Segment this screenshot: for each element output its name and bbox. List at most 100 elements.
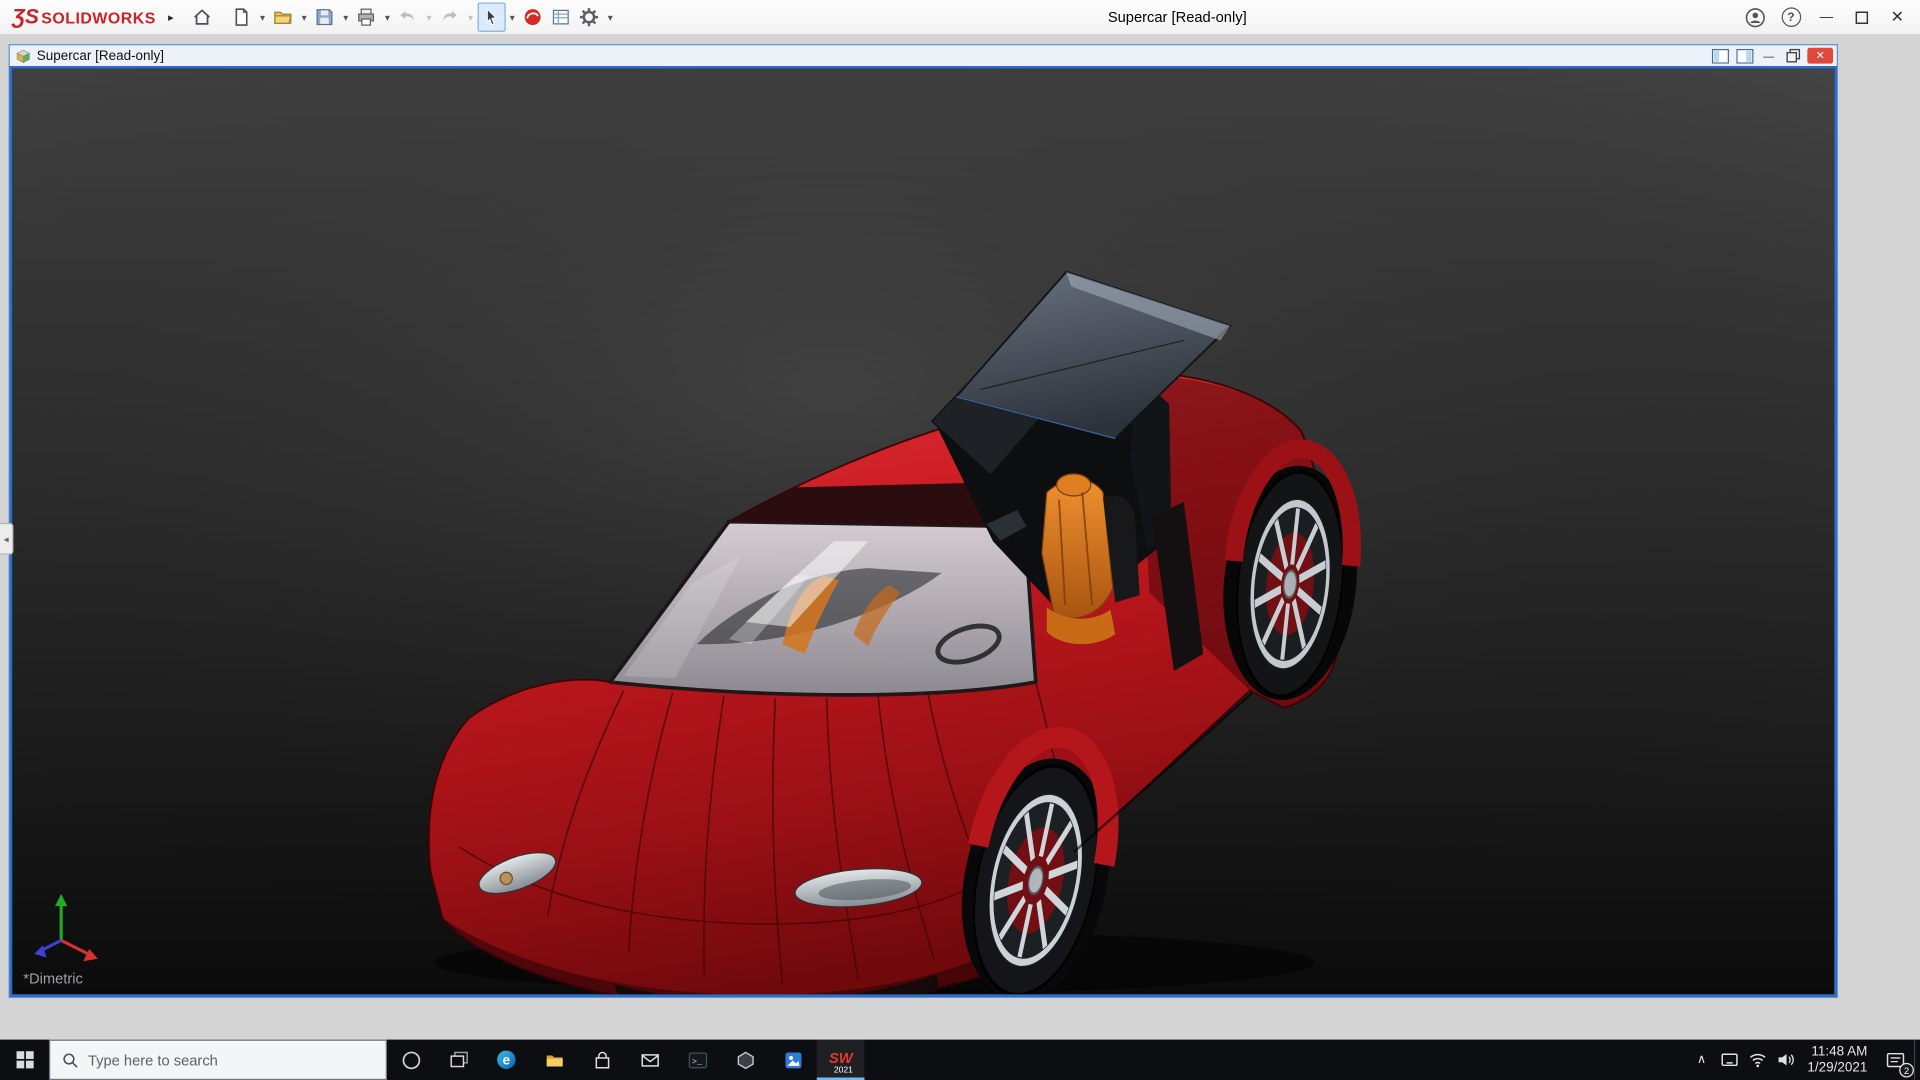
show-desktop-button[interactable] (1914, 1040, 1920, 1080)
svg-text:e: e (503, 1052, 511, 1067)
tile-right-button[interactable] (1734, 48, 1755, 64)
collapse-arrow-icon: ◂ (4, 533, 9, 544)
redo-button[interactable] (436, 2, 464, 31)
mail-button[interactable] (626, 1040, 674, 1080)
viewport-canvas[interactable] (12, 69, 1834, 995)
sheet-icon (550, 6, 572, 28)
store-button[interactable] (578, 1040, 626, 1080)
options-dropdown[interactable]: ▾ (603, 12, 616, 23)
marketplace-button[interactable] (519, 2, 547, 31)
account-icon (1745, 7, 1766, 28)
print-dropdown[interactable]: ▾ (381, 12, 394, 23)
wifi-icon (1749, 1051, 1767, 1069)
clock-time: 11:48 AM (1811, 1044, 1867, 1060)
new-document-dropdown[interactable]: ▾ (256, 12, 269, 23)
file-explorer-button[interactable] (530, 1040, 578, 1080)
edge-button[interactable]: e (482, 1040, 530, 1080)
photos-button[interactable] (769, 1040, 817, 1080)
new-document-button[interactable] (228, 2, 256, 31)
undo-icon (397, 6, 419, 28)
network-button[interactable] (1744, 1040, 1772, 1080)
brand-mark: ƷS (12, 5, 39, 29)
redo-dropdown[interactable]: ▾ (464, 12, 477, 23)
help-icon: ? (1781, 7, 1801, 27)
file-explorer-icon (544, 1050, 564, 1070)
action-center-button[interactable]: 2 (1877, 1040, 1914, 1080)
undo-button[interactable] (394, 2, 422, 31)
help-button[interactable]: ? (1773, 0, 1809, 35)
store-icon (592, 1050, 612, 1070)
account-button[interactable] (1738, 0, 1774, 35)
minimize-button[interactable]: — (1809, 0, 1845, 35)
sheet-properties-button[interactable] (547, 2, 575, 31)
print-icon (356, 6, 378, 28)
solidworks-logo: ƷS SOLIDWORKS (12, 5, 156, 29)
red-compass-icon (522, 6, 544, 28)
cortana-button[interactable] (387, 1040, 435, 1080)
minimize-document-button[interactable]: — (1758, 48, 1779, 64)
tablet-settings-button[interactable] (1716, 1040, 1744, 1080)
mail-icon (640, 1050, 660, 1070)
solidworks-taskbar-button[interactable]: SW2021 (817, 1040, 865, 1080)
maximize-button[interactable] (1844, 0, 1880, 35)
terminal-button[interactable]: >_ (673, 1040, 721, 1080)
close-document-icon: ✕ (1816, 50, 1825, 61)
gear-icon (578, 6, 600, 28)
taskbar-search[interactable] (49, 1040, 387, 1080)
document-title: Supercar [Read-only] (37, 48, 164, 63)
hidden-icons-button[interactable]: ∧ (1687, 1040, 1715, 1080)
hexagon-app-icon (735, 1050, 755, 1070)
solidworks-app-icon: SW2021 (825, 1044, 857, 1076)
restore-document-icon (1785, 48, 1801, 64)
save-dropdown[interactable]: ▾ (339, 12, 352, 23)
home-icon (191, 6, 213, 28)
volume-button[interactable] (1772, 1040, 1800, 1080)
close-document-button[interactable]: ✕ (1807, 48, 1833, 64)
quick-access-toolbar: ▾ ▾ ▾ ▾ ▾ ▾ ▾ (188, 2, 617, 31)
screen: ƷS SOLIDWORKS ▸ ▾ ▾ ▾ ▾ (0, 0, 1920, 1080)
open-folder-icon (272, 6, 294, 28)
windows-logo-icon (15, 1051, 33, 1069)
clock-date: 1/29/2021 (1807, 1060, 1867, 1076)
document-titlebar[interactable]: Supercar [Read-only] — ✕ (10, 45, 1837, 66)
tile-left-icon (1711, 48, 1728, 63)
window-title: Supercar [Read-only] (617, 9, 1738, 26)
restore-document-button[interactable] (1783, 48, 1804, 64)
close-icon: ✕ (1891, 7, 1904, 27)
new-document-icon (231, 6, 253, 28)
tile-right-icon (1736, 48, 1753, 63)
open-button[interactable] (269, 2, 297, 31)
svg-text:>_: >_ (691, 1056, 702, 1066)
tile-left-button[interactable] (1709, 48, 1730, 64)
home-button[interactable] (188, 2, 216, 31)
terminal-icon: >_ (688, 1050, 708, 1070)
document-window-controls: — ✕ (1709, 48, 1833, 64)
workspace: Supercar [Read-only] — ✕ (0, 36, 1920, 1040)
start-button[interactable] (0, 1040, 49, 1080)
search-input[interactable] (88, 1051, 373, 1068)
chevron-up-icon: ∧ (1697, 1053, 1706, 1066)
select-tool-dropdown[interactable]: ▾ (506, 12, 519, 23)
photos-app-icon (783, 1050, 803, 1070)
featuremanager-collapse-tab[interactable]: ◂ (0, 523, 13, 555)
close-button[interactable]: ✕ (1880, 0, 1916, 35)
view-orientation-label: *Dimetric (23, 970, 83, 987)
save-button[interactable] (311, 2, 339, 31)
search-icon (62, 1051, 78, 1068)
edrawings-button[interactable] (721, 1040, 769, 1080)
taskbar-clock[interactable]: 11:48 AM 1/29/2021 (1800, 1040, 1877, 1080)
task-view-button[interactable] (435, 1040, 483, 1080)
graphics-area[interactable]: *Dimetric (10, 66, 1837, 997)
titlebar-controls: ? — ✕ (1738, 0, 1916, 35)
open-dropdown[interactable]: ▾ (297, 12, 310, 23)
print-button[interactable] (352, 2, 380, 31)
undo-dropdown[interactable]: ▾ (422, 12, 435, 23)
options-button[interactable] (575, 2, 603, 31)
menu-flyout-icon[interactable]: ▸ (168, 10, 174, 23)
select-pointer-icon (480, 6, 502, 28)
minimize-icon: — (1820, 10, 1833, 25)
speaker-icon (1777, 1051, 1795, 1069)
save-icon (314, 6, 336, 28)
system-tray: ∧ 11:48 AM 1/29/2021 2 (1687, 1040, 1920, 1080)
select-tool-button[interactable] (477, 2, 505, 31)
